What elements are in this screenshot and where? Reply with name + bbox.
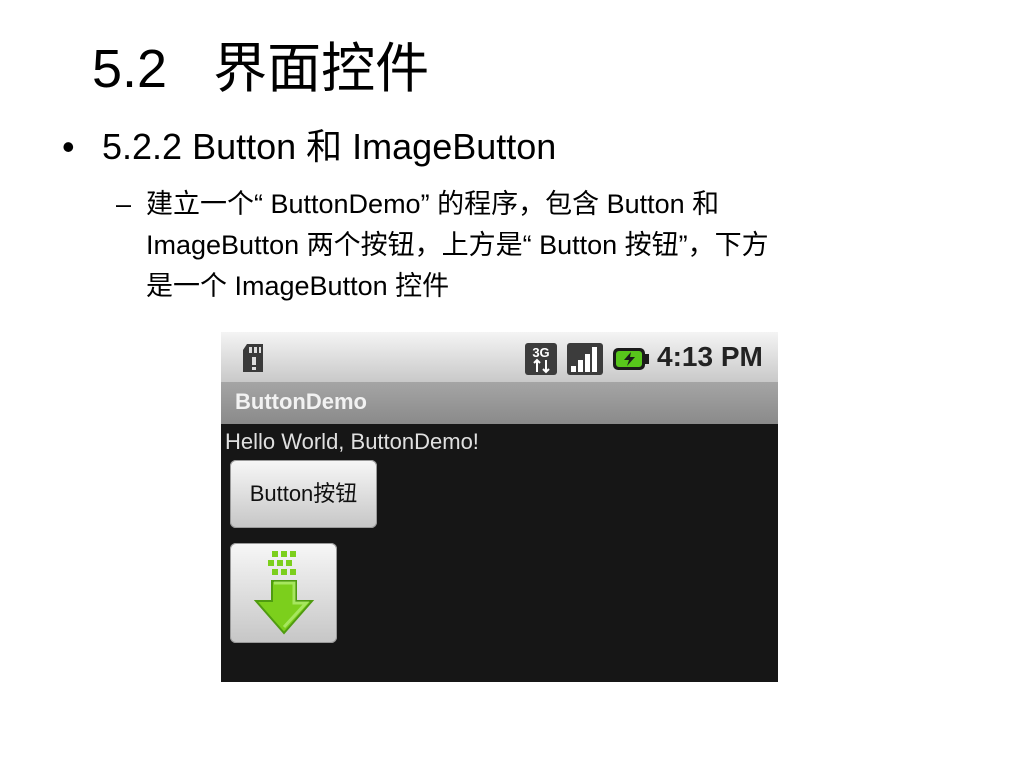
slide-title: 5.2 界面控件 [92,34,429,104]
network-label: 3G [532,345,549,360]
sub-bullet-marker: – [116,189,132,219]
app-title-bar: ButtonDemo [221,382,778,424]
button-demo-button[interactable]: Button按钮 [230,460,377,528]
3g-icon: 3G [525,343,557,375]
download-arrow-icon [253,551,315,635]
battery-charging-icon [613,348,649,370]
sub-bullet-line: ImageButton 两个按钮，上方是“ Button 按钮”，下方 [146,230,769,260]
status-bar: 3G 4:13 PM [221,332,778,382]
bullet-heading: 5.2.2 Button 和 ImageButton [102,126,557,167]
bullet-marker: • [62,126,75,167]
status-clock: 4:13 PM [657,341,763,372]
android-screenshot: 3G 4:13 PM ButtonDemo Hello World, Butto… [221,332,778,682]
hello-text: Hello World, ButtonDemo! [225,429,479,454]
image-button[interactable] [230,543,337,643]
sub-bullet-text: 建立一个“ ButtonDemo” 的程序，包含 Button 和 ImageB… [146,184,976,307]
title-text: 界面控件 [213,39,430,99]
signal-icon [567,343,603,375]
title-number: 5.2 [92,39,168,99]
sub-bullet-line: 建立一个“ ButtonDemo” 的程序，包含 Button 和 [146,189,720,219]
sub-bullet-line: 是一个 ImageButton 控件 [146,271,450,301]
sd-card-icon [243,344,263,372]
app-title: ButtonDemo [235,389,367,414]
